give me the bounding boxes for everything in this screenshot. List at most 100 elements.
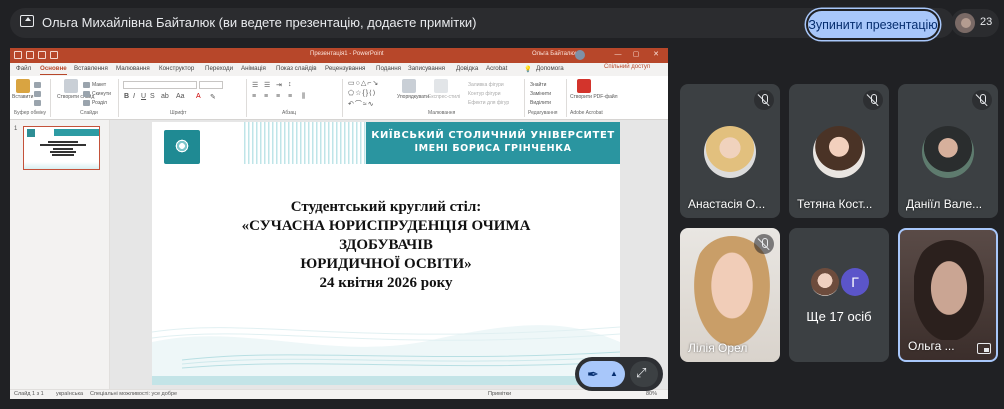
columns-icon[interactable]: ⫼ [302, 93, 305, 101]
tab-record[interactable]: Записування [408, 65, 445, 72]
tab-review[interactable]: Рецензування [325, 65, 365, 72]
share-button[interactable]: Спільний доступ [604, 64, 650, 70]
create-pdf-icon[interactable] [577, 79, 591, 93]
more-participants-tile[interactable]: Г Ще 17 осіб [789, 228, 889, 362]
tab-acrobat[interactable]: Acrobat [486, 65, 507, 72]
arrange-icon[interactable] [402, 79, 416, 93]
change-case-icon[interactable]: Aa [176, 93, 185, 100]
bold-icon[interactable]: B [124, 93, 129, 100]
shape-effects-label[interactable]: Ефекти для фігур [468, 100, 509, 106]
shapes-gallery-row2-icon[interactable]: ⬠☆{}⟨⟩ [348, 89, 377, 97]
participant-name: Анастасія О... [688, 197, 766, 211]
slide-editing-canvas: КИЇВСЬКИЙ СТОЛИЧНИЙ УНІВЕРСИТЕТ ІМЕНІ БО… [110, 120, 668, 389]
format-painter-icon[interactable] [34, 100, 41, 106]
line-spacing-icon[interactable]: ↕ [288, 81, 292, 88]
participant-tile[interactable]: Тетяна Кост... [789, 84, 889, 218]
tab-file[interactable]: Файл [16, 65, 31, 72]
shape-fill-label[interactable]: Заливка фігури [468, 82, 504, 88]
accessibility-indicator[interactable]: Спеціальні можливості: усе добре [90, 391, 177, 397]
powerpoint-window: Презентація1 - PowerPoint Ольга Байталюк… [10, 48, 668, 399]
save-icon[interactable] [26, 51, 34, 59]
new-slide-icon[interactable] [64, 79, 78, 93]
layout-icon[interactable] [83, 82, 90, 88]
justify-icon[interactable]: ≡ [288, 93, 292, 100]
current-slide[interactable]: КИЇВСЬКИЙ СТОЛИЧНИЙ УНІВЕРСИТЕТ ІМЕНІ БО… [152, 122, 620, 385]
arrange-label[interactable]: Упорядкувати [397, 94, 429, 100]
font-color-icon[interactable]: A [196, 93, 201, 100]
participant-tile[interactable]: Даніїл Вале... [898, 84, 998, 218]
undo-icon[interactable] [38, 51, 46, 59]
reset-icon[interactable] [83, 91, 90, 97]
bullets-icon[interactable]: ☰ [252, 81, 258, 89]
italic-icon[interactable]: I [133, 93, 135, 100]
help-search[interactable]: Допомога [536, 65, 564, 72]
quick-styles-label[interactable]: Експрес-стилі [428, 94, 460, 100]
university-emblem-icon [174, 138, 190, 154]
zoom-level[interactable]: 80% [646, 391, 657, 397]
participant-count: 23 [980, 16, 993, 28]
font-name-select[interactable] [123, 81, 197, 89]
align-right-icon[interactable]: ≡ [276, 93, 280, 100]
close-icon[interactable]: ✕ [650, 50, 662, 60]
thumbnail-banner [54, 129, 99, 136]
font-size-select[interactable] [199, 81, 223, 89]
tab-home[interactable]: Основне [40, 65, 67, 75]
shapes-gallery-icon[interactable]: ▭○△⌐↘ [348, 79, 379, 87]
tab-help[interactable]: Довідка [456, 65, 478, 72]
tab-animations[interactable]: Анімація [241, 65, 266, 72]
paragraph-group-label: Абзац [282, 110, 297, 116]
more-participants-label: Ще 17 осіб [806, 309, 872, 324]
slide-title-line: Студентський круглий стіл: [290, 199, 482, 215]
redo-icon[interactable] [50, 51, 58, 59]
tab-slideshow[interactable]: Показ слайдів [276, 65, 317, 72]
underline-icon[interactable]: U [141, 93, 146, 100]
user-avatar[interactable] [575, 50, 585, 60]
maximize-icon[interactable]: ▢ [630, 50, 642, 60]
align-center-icon[interactable]: ≡ [264, 93, 268, 100]
thumbnail-text [39, 140, 87, 157]
paste-label[interactable]: Вставити [12, 94, 33, 100]
copy-icon[interactable] [34, 91, 41, 97]
tab-design[interactable]: Конструктор [159, 65, 194, 72]
thumbnail-logo [27, 129, 35, 137]
replace-button[interactable]: Замінити [530, 91, 551, 97]
slide-thumbnail[interactable] [23, 126, 100, 170]
tab-insert[interactable]: Вставлення [74, 65, 108, 72]
shape-outline-label[interactable]: Контур фігури [468, 91, 500, 97]
picture-in-picture-icon[interactable] [977, 343, 991, 354]
quick-styles-icon[interactable] [434, 79, 448, 93]
notes-button[interactable]: Примітки [488, 391, 511, 397]
self-view-tile[interactable]: Ольга ... [898, 228, 998, 362]
highlight-icon[interactable]: ✎ [210, 93, 216, 101]
strikethrough-icon[interactable]: S [150, 93, 155, 100]
numbering-icon[interactable]: ☰ [264, 81, 270, 89]
select-button[interactable]: Виділити [530, 100, 551, 106]
ribbon-home: Вставити Буфер обміну Створити слайд Мак… [10, 76, 668, 120]
participant-tile[interactable]: Анастасія О... [680, 84, 780, 218]
stop-presenting-button[interactable]: Зупинити презентацію [808, 11, 938, 38]
slide-title-line: «СУЧАСНА ЮРИСПРУДЕНЦІЯ ОЧИМА [241, 218, 531, 234]
powerpoint-titlebar: Презентація1 - PowerPoint Ольга Байталюк… [10, 48, 668, 63]
ribbon-separator [118, 79, 119, 117]
autosave-icon[interactable] [14, 51, 22, 59]
caret-up-icon[interactable]: ▲ [610, 369, 618, 378]
section-icon[interactable] [83, 100, 90, 106]
shapes-gallery-row3-icon[interactable]: ↶⌒≈∿ [348, 99, 375, 109]
minimize-icon[interactable]: — [612, 50, 624, 60]
tab-transitions[interactable]: Переходи [205, 65, 233, 72]
annotate-button[interactable] [579, 361, 625, 387]
find-button[interactable]: Знайти [530, 82, 546, 88]
char-spacing-icon[interactable]: ab [161, 93, 169, 100]
tab-draw[interactable]: Малювання [116, 65, 150, 72]
cut-icon[interactable] [34, 82, 41, 88]
section-label[interactable]: Розділ [92, 100, 107, 106]
layout-label[interactable]: Макет [92, 82, 106, 88]
create-pdf-label[interactable]: Створити PDF-файл [570, 94, 618, 100]
participant-video-tile[interactable]: Лілія Орел [680, 228, 780, 362]
reset-label[interactable]: Скинути [92, 91, 111, 97]
tab-view[interactable]: Подання [376, 65, 401, 72]
paste-icon[interactable] [16, 79, 30, 93]
language-indicator[interactable]: українська [56, 391, 83, 397]
align-left-icon[interactable]: ≡ [252, 93, 256, 100]
indent-icon[interactable]: ⇥ [276, 81, 282, 89]
